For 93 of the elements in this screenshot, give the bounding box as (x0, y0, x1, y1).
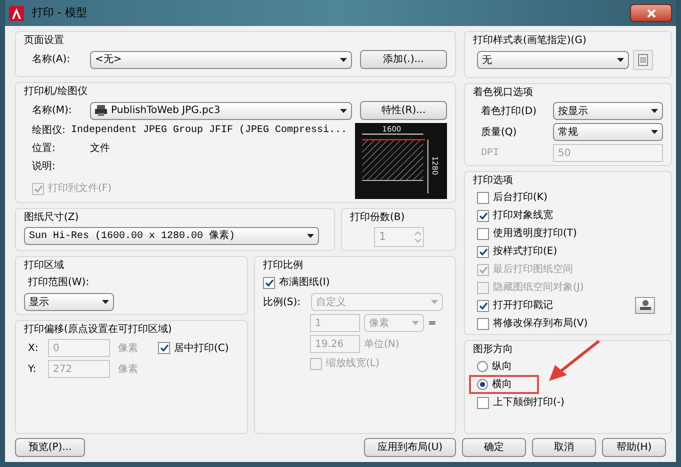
app-logo-icon (9, 6, 24, 20)
label: 像素 (117, 362, 138, 376)
height-dimension: 1280 (430, 156, 440, 176)
group-title: 图纸尺寸(Z) (24, 211, 80, 224)
checkbox[interactable] (477, 246, 489, 258)
label: 名称(M): (32, 104, 73, 118)
checkbox[interactable] (477, 210, 489, 222)
table-icon (638, 54, 648, 66)
checkbox-label: 最后打印图纸空间 (493, 262, 573, 277)
label: 名称(A): (32, 53, 72, 67)
checkbox-label: 打印到文件(F) (48, 182, 112, 196)
label: 位置: (32, 142, 56, 156)
label: X: (28, 342, 40, 356)
preview-button[interactable]: 预览(P)... (15, 438, 85, 457)
edit-style-button[interactable] (633, 50, 653, 70)
group-title: 打印份数(B) (350, 211, 406, 224)
cancel-button[interactable]: 取消 (532, 438, 596, 457)
pointer-arrow (547, 339, 601, 383)
radio-label: 横向 (492, 378, 512, 392)
stamp-settings-button[interactable] (635, 297, 655, 314)
dropdown[interactable]: 常规 (553, 123, 663, 141)
window-title: 打印 - 模型 (32, 4, 88, 21)
group-title: 打印区域 (24, 259, 65, 272)
printer-icon (95, 105, 107, 116)
checkbox[interactable] (158, 342, 170, 354)
checkbox-label: 隐藏图纸空间对象(J) (493, 280, 584, 295)
width-dimension: 1600 (382, 124, 402, 134)
label: 着色打印(D) (481, 104, 538, 118)
dropdown-arrow-icon (102, 300, 109, 304)
dropdown[interactable]: 显示 (24, 293, 114, 311)
label: 比例(S): (263, 296, 302, 310)
dropdown[interactable]: PublishToWeb JPG.pc3 (90, 102, 352, 120)
dropdown[interactable]: 无 (477, 51, 629, 69)
group-title: 打印样式表(画笔指定)(G) (473, 34, 588, 47)
group-title: 打印机/绘图仪 (24, 85, 88, 98)
properties-button[interactable]: 特性(R)... (360, 101, 447, 120)
dropdown-arrow-icon (651, 130, 658, 134)
group-title: 打印偏移(原点设置在可打印区域) (24, 323, 173, 336)
label: 文件 (90, 142, 110, 156)
checkbox[interactable] (477, 228, 489, 240)
dropdown-arrow-icon (412, 321, 419, 325)
spinner-arrows-icon (413, 229, 423, 245)
dropdown-arrow-icon (340, 108, 347, 112)
checkbox-label: 打开打印戳记 (493, 298, 553, 313)
add-button[interactable]: 添加(.)... (360, 50, 447, 69)
group-title: 着色视口选项 (473, 86, 534, 99)
radio-label: 纵向 (492, 360, 512, 374)
radio-button[interactable] (477, 361, 488, 372)
label: 绘图仪: (32, 124, 66, 138)
group-title: 图形方向 (473, 343, 514, 356)
label: 打印范围(W): (27, 276, 90, 290)
label: Y: (28, 362, 38, 376)
dropdown-arrow-icon (307, 234, 314, 238)
checkbox-label: 布满图纸(I) (279, 276, 330, 290)
apply-to-layout-button[interactable]: 应用到布局(U) (364, 438, 456, 457)
help-button[interactable]: 帮助(H) (602, 438, 666, 457)
close-icon (646, 8, 656, 18)
stamp-icon (638, 299, 652, 312)
dropdown-arrow-icon (431, 300, 438, 304)
label: 说明: (32, 160, 56, 174)
checkbox[interactable] (477, 300, 489, 312)
label: 像素 (117, 342, 139, 356)
checkbox-label: 使用透明度打印(T) (493, 226, 577, 241)
dropdown-arrow-icon (651, 109, 658, 113)
checkbox-label: 上下颠倒打印(-) (493, 396, 564, 410)
checkbox-label: 居中打印(C) (174, 342, 229, 356)
checkbox-label: 打印对象线宽 (493, 208, 553, 223)
highlight-frame (469, 375, 539, 394)
group-title: 打印比例 (263, 259, 304, 272)
checkbox[interactable] (310, 358, 322, 370)
checkbox-label: 将修改保存到布局(V) (493, 317, 588, 331)
group-title: 打印选项 (473, 174, 514, 187)
label: 单位(N) (364, 338, 400, 352)
dropdown[interactable]: Sun Hi-Res (1600.00 x 1280.00 像素) (24, 227, 319, 245)
radio-button[interactable] (477, 379, 488, 390)
checkbox-label: 按样式打印(E) (493, 244, 558, 259)
label: = (428, 316, 436, 330)
dropdown-arrow-icon (340, 58, 347, 62)
dropdown[interactable]: <无> (90, 50, 352, 68)
dropdown-arrow-icon (617, 58, 624, 62)
checkbox[interactable] (477, 318, 489, 330)
group-title: 页面设置 (24, 34, 65, 47)
ok-button[interactable]: 确定 (462, 438, 526, 457)
label: 质量(Q) (481, 126, 518, 140)
checkbox[interactable] (477, 396, 489, 408)
checkbox[interactable] (263, 276, 275, 288)
dropdown[interactable]: 按显示 (553, 102, 663, 120)
dpi-label: DPI (481, 146, 500, 160)
checkbox-label: 缩放线宽(L) (326, 356, 380, 371)
checkbox[interactable] (477, 192, 489, 204)
plotter-value: Independent JPEG Group JFIF (JPEG Compressi... (70, 124, 347, 138)
close-button[interactable] (630, 4, 672, 22)
checkbox-label: 后台打印(K) (493, 190, 548, 205)
